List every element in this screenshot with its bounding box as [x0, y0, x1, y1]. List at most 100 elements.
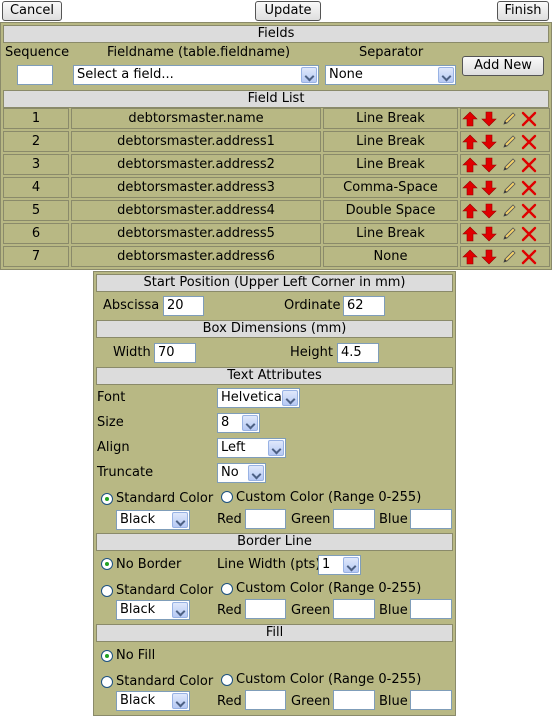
delete-icon[interactable] [521, 226, 537, 242]
move-down-icon[interactable] [481, 111, 497, 127]
align-select-value: Left [221, 440, 246, 455]
line-width-select-value: 1 [322, 557, 331, 572]
move-down-icon[interactable] [481, 203, 497, 219]
fill-custom-color-radio[interactable] [221, 674, 233, 686]
text-green-label: Green [291, 512, 331, 527]
chevron-down-icon [172, 512, 188, 528]
chevron-down-icon [172, 693, 188, 709]
text-custom-color-radio[interactable] [221, 491, 233, 503]
align-select[interactable]: Left [217, 438, 286, 458]
move-up-icon[interactable] [462, 134, 478, 150]
table-row: 4 debtorsmaster.address3 Comma-Space [1, 176, 552, 199]
edit-icon[interactable] [501, 249, 517, 265]
delete-icon[interactable] [521, 203, 537, 219]
chevron-down-icon [172, 602, 188, 618]
delete-icon[interactable] [521, 134, 537, 150]
table-row: 1 debtorsmaster.name Line Break [1, 107, 552, 130]
no-fill-radio[interactable] [101, 650, 113, 662]
sequence-input[interactable] [17, 65, 53, 85]
move-down-icon[interactable] [481, 226, 497, 242]
delete-icon[interactable] [521, 249, 537, 265]
text-blue-input[interactable] [410, 509, 452, 529]
update-button[interactable]: Update [255, 1, 321, 21]
text-green-input[interactable] [333, 509, 375, 529]
fieldname-select[interactable]: Select a field... [73, 65, 319, 85]
height-input[interactable]: 4.5 [337, 343, 379, 363]
border-standard-color-radio[interactable] [101, 585, 113, 597]
border-standard-color-select[interactable]: Black [116, 600, 190, 620]
move-down-icon[interactable] [481, 249, 497, 265]
row-sequence: 5 [3, 200, 69, 221]
ordinate-input[interactable]: 62 [343, 296, 385, 316]
row-fieldname: debtorsmaster.address4 [71, 200, 321, 221]
fill-red-input[interactable] [245, 690, 286, 710]
move-up-icon[interactable] [462, 111, 478, 127]
fill-green-input[interactable] [333, 690, 375, 710]
edit-icon[interactable] [501, 134, 517, 150]
attributes-panel: Start Position (Upper Left Corner in mm)… [93, 271, 456, 716]
fields-header: Fields [3, 25, 549, 43]
row-fieldname: debtorsmaster.address6 [71, 246, 321, 267]
row-fieldname: debtorsmaster.address2 [71, 154, 321, 175]
row-separator: None [323, 246, 458, 267]
fill-standard-color-value: Black [120, 693, 156, 708]
table-row: 2 debtorsmaster.address1 Line Break [1, 130, 552, 153]
row-actions [460, 131, 550, 152]
size-select[interactable]: 8 [217, 413, 260, 433]
field-list-header: Field List [3, 90, 549, 108]
width-label: Width [113, 345, 151, 360]
edit-icon[interactable] [501, 157, 517, 173]
border-blue-input[interactable] [410, 599, 452, 619]
font-select[interactable]: Helvetica [217, 388, 300, 408]
text-attributes-header: Text Attributes [96, 367, 453, 385]
row-sequence: 3 [3, 154, 69, 175]
separator-select[interactable]: None [325, 65, 456, 85]
add-new-button[interactable]: Add New [462, 56, 544, 76]
border-custom-color-radio[interactable] [221, 583, 233, 595]
move-down-icon[interactable] [481, 134, 497, 150]
fill-standard-color-select[interactable]: Black [116, 691, 190, 711]
border-red-input[interactable] [245, 599, 286, 619]
no-border-radio[interactable] [101, 558, 113, 570]
edit-icon[interactable] [501, 203, 517, 219]
border-standard-color-label: Standard Color [116, 583, 214, 598]
text-standard-color-label: Standard Color [116, 491, 214, 506]
move-up-icon[interactable] [462, 157, 478, 173]
text-red-input[interactable] [245, 509, 286, 529]
fill-red-label: Red [217, 694, 242, 709]
table-row: 3 debtorsmaster.address2 Line Break [1, 153, 552, 176]
text-standard-color-select[interactable]: Black [116, 510, 190, 530]
font-label: Font [97, 390, 126, 405]
fill-standard-color-radio[interactable] [101, 676, 113, 688]
line-width-label: Line Width (pts) [217, 557, 321, 572]
box-dimensions-header: Box Dimensions (mm) [96, 320, 453, 338]
cancel-button[interactable]: Cancel [2, 1, 62, 21]
move-down-icon[interactable] [481, 157, 497, 173]
abscissa-input[interactable]: 20 [163, 296, 204, 316]
delete-icon[interactable] [521, 180, 537, 196]
delete-icon[interactable] [521, 157, 537, 173]
delete-icon[interactable] [521, 111, 537, 127]
edit-icon[interactable] [501, 226, 517, 242]
border-green-input[interactable] [333, 599, 375, 619]
row-sequence: 4 [3, 177, 69, 198]
row-sequence: 2 [3, 131, 69, 152]
move-up-icon[interactable] [462, 180, 478, 196]
finish-button[interactable]: Finish [497, 1, 549, 21]
truncate-select[interactable]: No [217, 463, 266, 483]
text-standard-color-value: Black [120, 512, 156, 527]
line-width-select[interactable]: 1 [318, 555, 361, 575]
move-up-icon[interactable] [462, 203, 478, 219]
edit-icon[interactable] [501, 111, 517, 127]
width-input[interactable]: 70 [154, 343, 196, 363]
move-down-icon[interactable] [481, 180, 497, 196]
move-up-icon[interactable] [462, 226, 478, 242]
text-standard-color-radio[interactable] [101, 493, 113, 505]
text-custom-color-label: Custom Color (Range 0-255) [236, 490, 422, 505]
chevron-down-icon [268, 440, 284, 456]
move-up-icon[interactable] [462, 249, 478, 265]
row-sequence: 6 [3, 223, 69, 244]
truncate-select-value: No [221, 465, 239, 480]
edit-icon[interactable] [501, 180, 517, 196]
fill-blue-input[interactable] [410, 690, 452, 710]
